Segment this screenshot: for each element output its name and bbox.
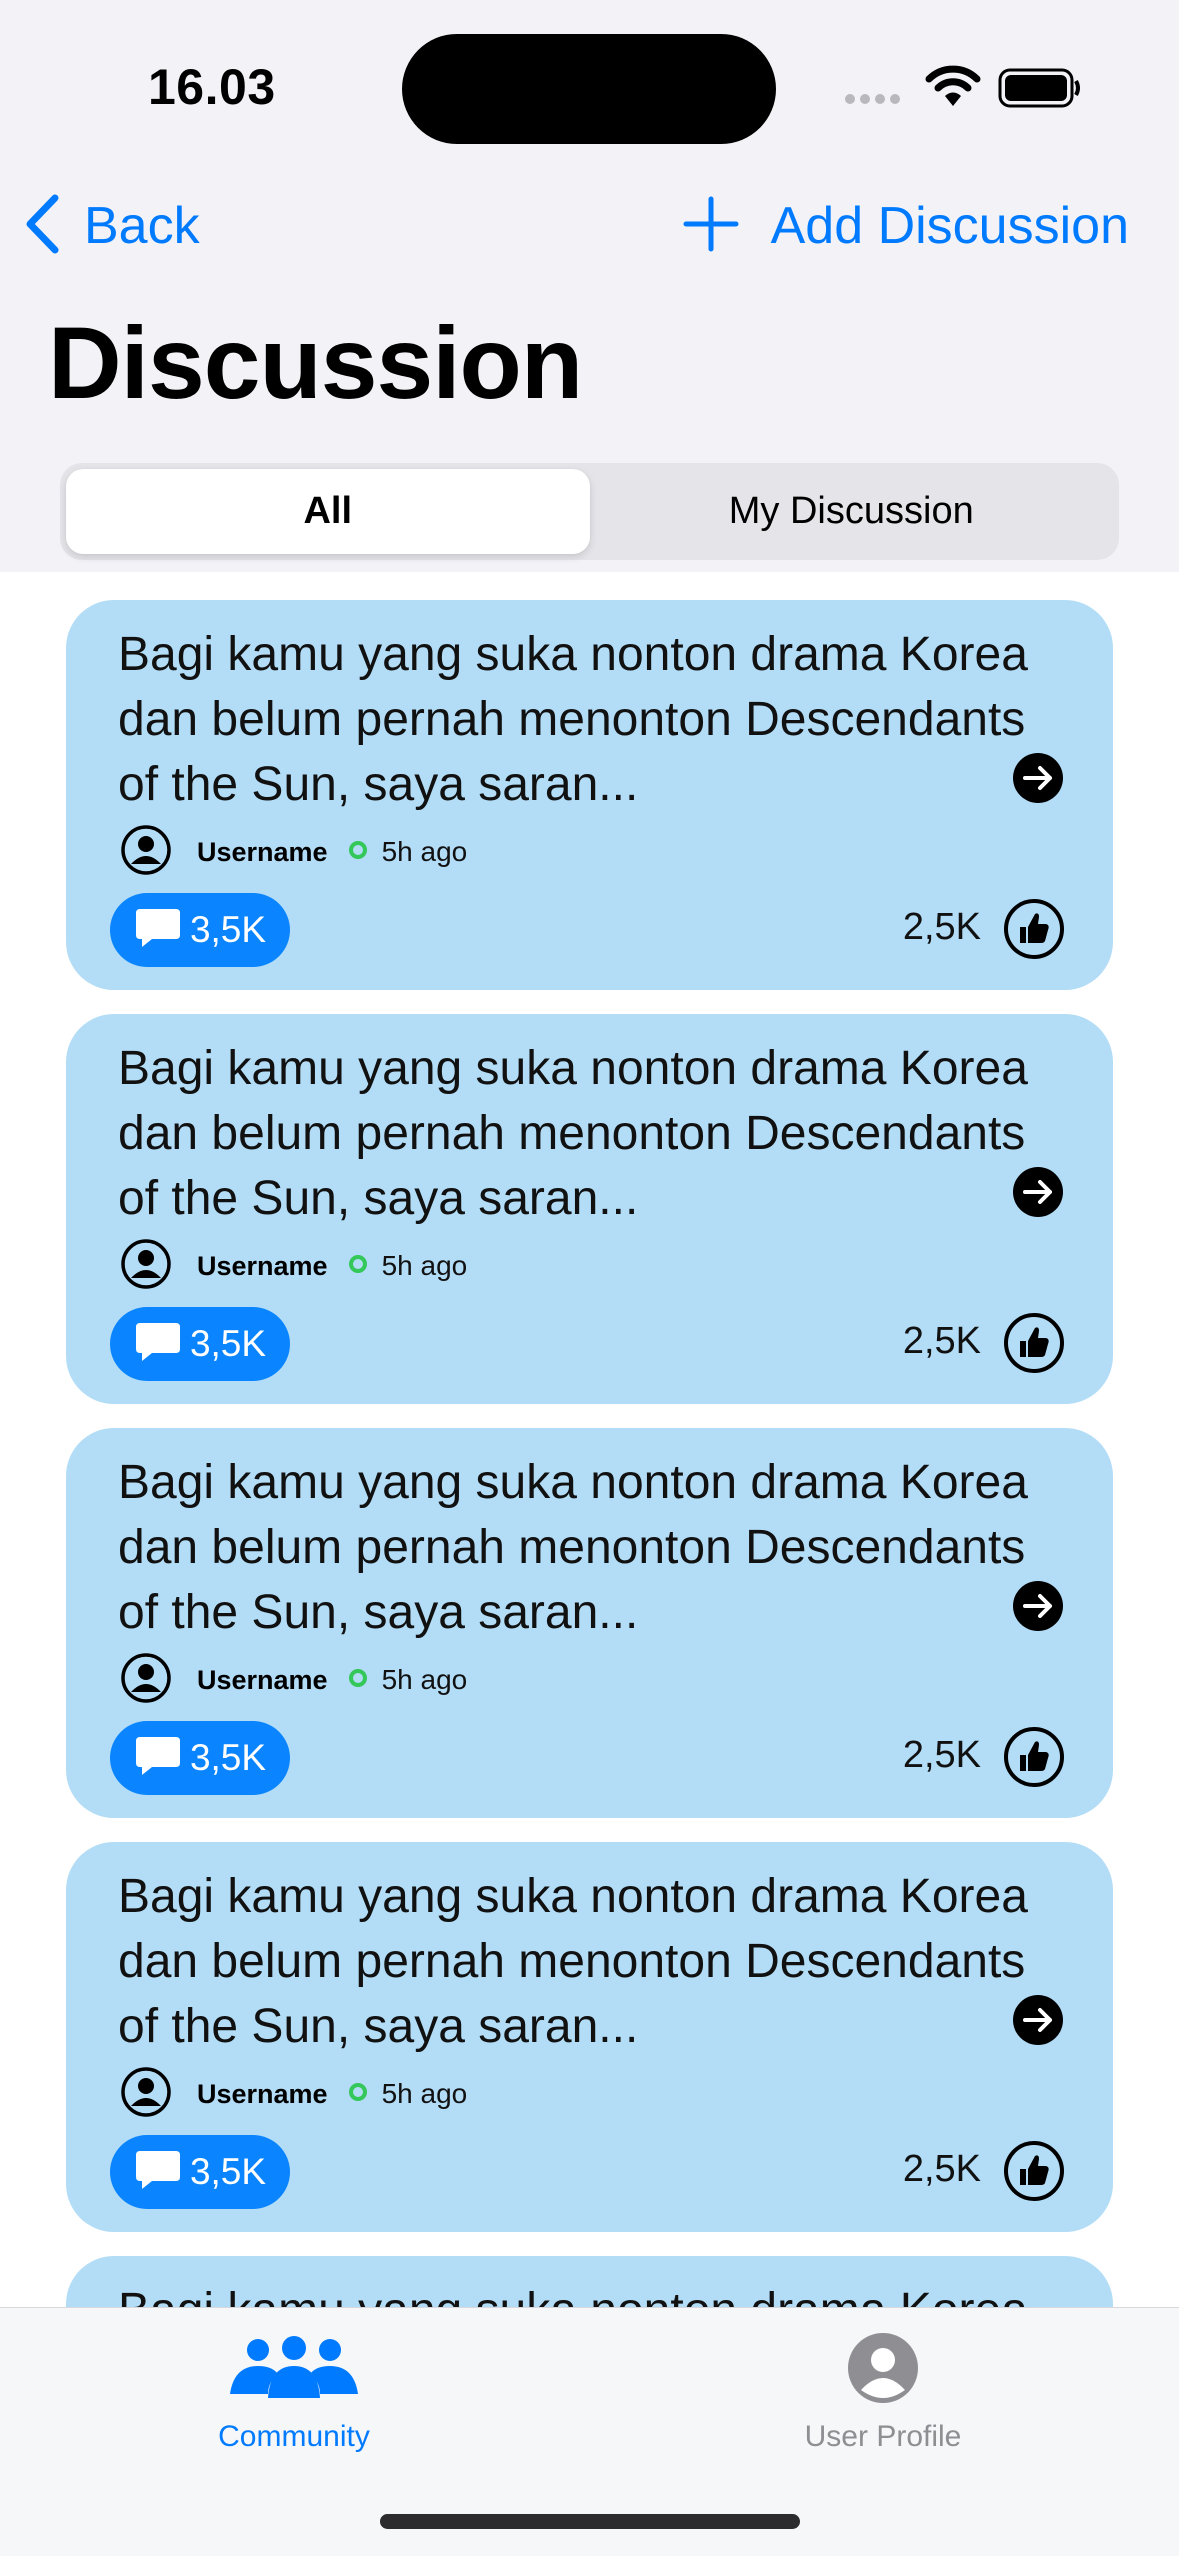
speech-bubble-icon (134, 1321, 182, 1368)
post-time: 5h ago (381, 1250, 468, 1281)
comment-count-button[interactable]: 3,5K (110, 1307, 290, 1381)
post-time: 5h ago (381, 2078, 468, 2109)
segment-my-discussion[interactable]: My Discussion (590, 469, 1114, 554)
post-meta: Username 5h ago (120, 822, 467, 882)
tab-user-profile-label: User Profile (804, 2420, 962, 2453)
discussion-excerpt: Bagi kamu yang suka nonton drama Korea d… (118, 2278, 1048, 2307)
discussion-card[interactable]: Bagi kamu yang suka nonton drama Korea d… (66, 1842, 1113, 2232)
discussion-excerpt: Bagi kamu yang suka nonton drama Korea d… (118, 1870, 1028, 2053)
discussion-card[interactable]: Bagi kamu yang suka nonton drama Korea d… (66, 600, 1113, 990)
thumbs-up-circle-icon[interactable] (1003, 1312, 1065, 1379)
online-status-icon (348, 2082, 368, 2107)
like-count: 2,5K (902, 1734, 981, 1776)
discussion-excerpt: Bagi kamu yang suka nonton drama Korea d… (118, 1456, 1028, 1639)
person-circle-fill-icon (847, 2328, 919, 2408)
arrow-right-circle-icon[interactable] (1012, 752, 1064, 809)
status-time: 16.03 (148, 59, 276, 115)
back-button[interactable]: Back (22, 190, 200, 262)
dynamic-island (402, 34, 776, 144)
comment-count: 3,5K (189, 1323, 267, 1364)
post-meta: Username 5h ago (120, 2064, 467, 2124)
like-count: 2,5K (902, 906, 981, 948)
comment-count-button[interactable]: 3,5K (110, 2135, 290, 2209)
discussion-card[interactable]: Bagi kamu yang suka nonton drama Korea d… (66, 2256, 1113, 2307)
cellular-signal-icon (845, 94, 900, 104)
username: Username (197, 1664, 328, 1695)
discussion-card[interactable]: Bagi kamu yang suka nonton drama Korea d… (66, 1014, 1113, 1404)
online-status-icon (348, 1668, 368, 1693)
tab-user-profile[interactable]: User Profile (733, 2308, 1033, 2458)
online-status-icon (348, 1254, 368, 1279)
post-meta: Username 5h ago (120, 1236, 467, 1296)
segment-all[interactable]: All (66, 469, 590, 554)
arrow-right-circle-icon[interactable] (1012, 1166, 1064, 1223)
wifi-icon (925, 64, 981, 113)
comment-count-button[interactable]: 3,5K (110, 893, 290, 967)
battery-icon (998, 68, 1082, 113)
discussion-list[interactable]: Bagi kamu yang suka nonton drama Korea d… (0, 572, 1179, 2307)
thumbs-up-circle-icon[interactable] (1003, 1726, 1065, 1793)
back-label: Back (84, 197, 200, 255)
speech-bubble-icon (134, 907, 182, 954)
comment-count: 3,5K (189, 909, 267, 950)
online-status-icon (348, 840, 368, 865)
comment-count: 3,5K (189, 1737, 267, 1778)
username: Username (197, 2078, 328, 2109)
username: Username (197, 836, 328, 867)
like-count: 2,5K (902, 1320, 981, 1362)
post-time: 5h ago (381, 1664, 468, 1695)
person-circle-icon (120, 1652, 172, 1709)
home-indicator (380, 2514, 800, 2529)
chevron-left-icon (22, 193, 62, 260)
discussion-excerpt: Bagi kamu yang suka nonton drama Korea d… (118, 1042, 1028, 1225)
person-circle-icon (120, 2066, 172, 2123)
tab-community-label: Community (218, 2420, 370, 2453)
arrow-right-circle-icon[interactable] (1012, 1994, 1064, 2051)
tab-community[interactable]: Community (144, 2308, 444, 2458)
thumbs-up-circle-icon[interactable] (1003, 2140, 1065, 2207)
person-circle-icon (120, 1238, 172, 1295)
thumbs-up-circle-icon[interactable] (1003, 898, 1065, 965)
page-title: Discussion (48, 306, 583, 420)
add-discussion-label: Add Discussion (770, 197, 1129, 255)
add-discussion-button[interactable]: Add Discussion (683, 190, 1129, 262)
comment-count-button[interactable]: 3,5K (110, 1721, 290, 1795)
person-circle-icon (120, 824, 172, 881)
discussion-filter-segmented-control: All My Discussion (60, 463, 1119, 560)
username: Username (197, 1250, 328, 1281)
post-meta: Username 5h ago (120, 1650, 467, 1710)
discussion-card[interactable]: Bagi kamu yang suka nonton drama Korea d… (66, 1428, 1113, 1818)
arrow-right-circle-icon[interactable] (1012, 1580, 1064, 1637)
plus-icon (683, 196, 739, 257)
people-group-icon (228, 2328, 360, 2408)
like-count: 2,5K (902, 2148, 981, 2190)
discussion-excerpt: Bagi kamu yang suka nonton drama Korea d… (118, 628, 1028, 811)
comment-count: 3,5K (189, 2151, 267, 2192)
post-time: 5h ago (381, 836, 468, 867)
speech-bubble-icon (134, 2149, 182, 2196)
speech-bubble-icon (134, 1735, 182, 1782)
